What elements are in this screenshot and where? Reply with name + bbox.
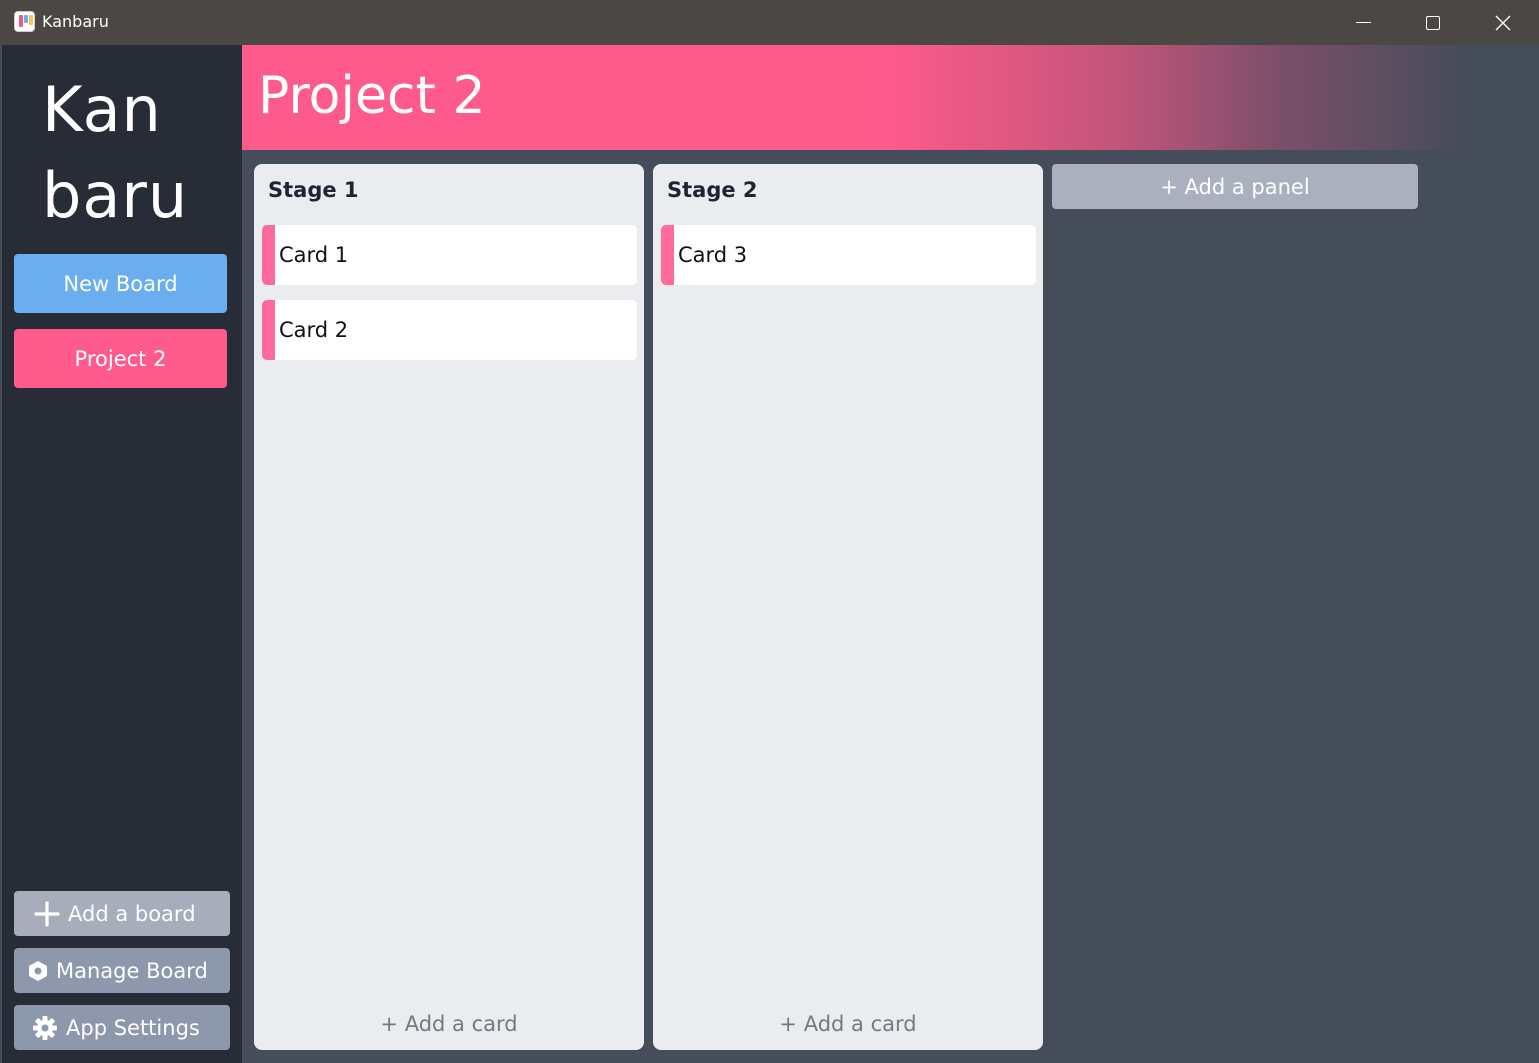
kanban-app-icon: [14, 11, 35, 32]
maximize-icon: [1426, 15, 1440, 30]
minimize-icon: [1355, 22, 1371, 23]
logo-line-1: Kan: [42, 73, 162, 146]
plus-icon: [34, 900, 60, 927]
add-card-button[interactable]: + Add a card: [653, 1012, 1043, 1036]
close-icon: [1495, 15, 1511, 30]
panel-stage-2: Stage 2 Card 3 + Add a card: [653, 164, 1043, 1050]
card-title: Card 2: [279, 318, 349, 342]
gear-icon: [33, 1015, 57, 1040]
card-title: Card 1: [279, 243, 349, 267]
board-title: Project 2: [258, 66, 486, 126]
add-board-button[interactable]: Add a board: [14, 891, 230, 936]
sidebar-item-project-2[interactable]: Project 2: [14, 329, 227, 388]
card-item[interactable]: Card 1: [262, 225, 637, 285]
manage-board-label: Manage Board: [56, 958, 208, 983]
app-settings-label: App Settings: [66, 1015, 200, 1040]
logo-line-2: baru: [42, 159, 189, 232]
card-item[interactable]: Card 3: [661, 225, 1036, 285]
card-item[interactable]: Card 2: [262, 300, 637, 360]
panel-title[interactable]: Stage 1: [268, 178, 359, 202]
add-panel-button[interactable]: + Add a panel: [1052, 164, 1418, 209]
new-board-button[interactable]: New Board: [14, 254, 227, 313]
minimize-button[interactable]: [1328, 0, 1398, 45]
app-settings-button[interactable]: App Settings: [14, 1005, 230, 1050]
maximize-button[interactable]: [1398, 0, 1468, 45]
add-board-label: Add a board: [68, 901, 196, 926]
manage-board-button[interactable]: Manage Board: [14, 948, 230, 993]
add-card-button[interactable]: + Add a card: [254, 1012, 644, 1036]
panel-stage-1: Stage 1 Card 1 Card 2 + Add a card: [254, 164, 644, 1050]
hexagon-icon: [29, 960, 47, 981]
panel-title[interactable]: Stage 2: [667, 178, 758, 202]
window-titlebar: Kanbaru: [0, 0, 1539, 45]
app-logo: Kan baru: [42, 67, 188, 239]
window-title: Kanbaru: [42, 12, 109, 31]
card-title: Card 3: [678, 243, 748, 267]
close-button[interactable]: [1468, 0, 1538, 45]
sidebar: Kan baru New Board Project 2 Add a board…: [2, 45, 242, 1063]
board-header: Project 2: [242, 45, 1462, 150]
